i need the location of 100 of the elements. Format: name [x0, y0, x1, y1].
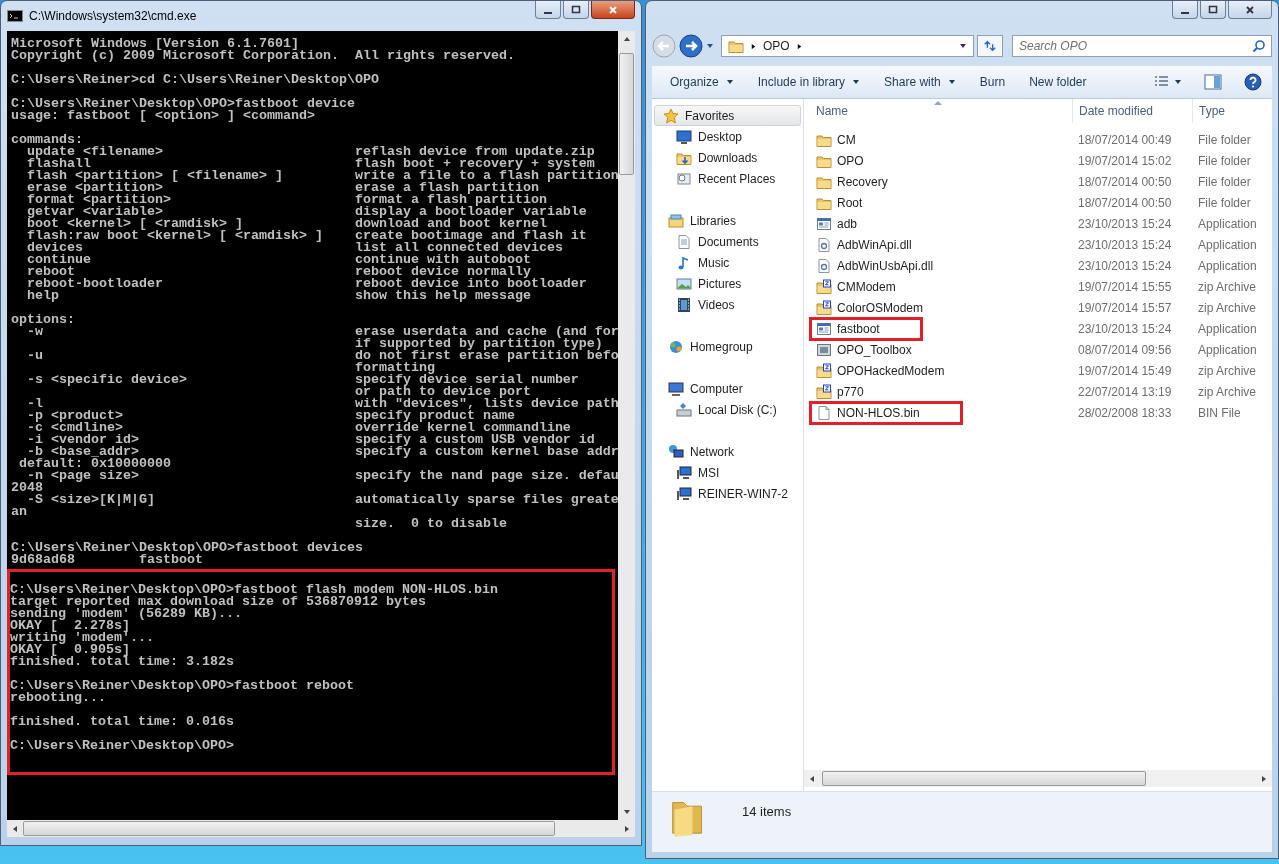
minimize-button[interactable] — [1172, 1, 1198, 19]
caret-icon[interactable] — [706, 42, 714, 50]
nav-item[interactable]: Local Disk (C:) — [652, 399, 803, 420]
preview-pane-icon[interactable] — [1204, 73, 1222, 91]
computer-icon — [668, 380, 684, 397]
document-icon — [676, 233, 692, 250]
close-icon — [608, 4, 618, 15]
program-window-icon — [816, 320, 832, 337]
console-description: display a bootloader variable — [354, 206, 588, 218]
console-description: list all connected devices — [354, 242, 564, 254]
console-text: OKAY [ 2.278s] — [10, 620, 130, 632]
file-name[interactable]: Root — [837, 195, 863, 210]
gear-document-icon — [816, 257, 832, 274]
console-description: erase userdata and cache (and for — [354, 326, 618, 338]
file-name[interactable]: NON-HLOS.bin — [837, 405, 920, 420]
file-name[interactable]: ColorOSModem — [837, 300, 924, 315]
toolbar-button[interactable]: Burn — [969, 72, 1016, 92]
nav-item[interactable]: Pictures — [652, 273, 803, 294]
toolbar-button[interactable]: Organize — [660, 72, 744, 92]
console-description: specify product name — [354, 410, 515, 422]
file-date: 18/07/2014 00:50 — [1077, 195, 1173, 210]
nav-item[interactable]: Libraries — [652, 210, 803, 231]
file-name[interactable]: AdbWinApi.dll — [837, 237, 912, 252]
console-description: formatting — [354, 362, 435, 374]
nav-item[interactable]: Desktop — [652, 126, 803, 147]
nav-item[interactable]: Recent Places — [652, 168, 803, 189]
file-type: Application — [1197, 342, 1258, 357]
nav-item[interactable]: Music — [652, 252, 803, 273]
console-text: flash:raw boot <kernel> [ <ramdisk> ] — [26, 230, 324, 242]
file-type: Application — [1197, 321, 1258, 336]
file-name[interactable]: fastboot — [837, 321, 880, 336]
scroll-thumb[interactable] — [619, 53, 634, 175]
column-header[interactable]: Type — [1192, 99, 1272, 123]
caret-icon — [947, 78, 956, 86]
close-button[interactable] — [1228, 1, 1272, 19]
zip-folder-icon — [816, 362, 832, 379]
maximize-icon — [1208, 4, 1218, 15]
console-text: Copyright (c) 2009 Microsoft Corporation. All rights reserved. — [11, 50, 516, 62]
scroll-up-icon[interactable] — [622, 35, 631, 43]
scroll-left-icon[interactable] — [11, 824, 19, 833]
console-text: options: — [11, 314, 76, 326]
caret-icon[interactable] — [1174, 78, 1182, 86]
gear-document-icon — [816, 236, 832, 253]
file-name[interactable]: Recovery — [837, 174, 888, 189]
breadcrumb[interactable]: OPO — [763, 39, 790, 53]
file-name[interactable]: p770 — [837, 384, 864, 399]
nav-item[interactable]: Network — [652, 441, 803, 462]
file-name[interactable]: CM — [837, 132, 856, 147]
scroll-left-icon[interactable] — [808, 774, 816, 783]
nav-item[interactable]: Videos — [652, 294, 803, 315]
file-name[interactable]: OPO — [837, 153, 864, 168]
console-text: 9d68ad68 fastboot — [11, 554, 203, 566]
scroll-right-icon[interactable] — [623, 824, 631, 833]
column-header[interactable]: Date modified — [1072, 99, 1192, 123]
file-name[interactable]: CMModem — [837, 279, 896, 294]
file-type: zip Archive — [1197, 300, 1258, 315]
console-description: automatically sparse files greate — [354, 494, 618, 506]
scroll-down-icon[interactable] — [622, 808, 631, 816]
file-name[interactable]: adb — [837, 216, 858, 231]
caret-icon[interactable] — [959, 42, 967, 50]
scroll-right-icon[interactable] — [1260, 774, 1268, 783]
vertical-scrollbar[interactable] — [618, 31, 635, 820]
address-bar[interactable]: OPO — [721, 35, 974, 57]
nav-item[interactable]: REINER-WIN7-2 — [652, 483, 803, 504]
help-icon[interactable] — [1244, 73, 1262, 91]
console-text: help — [26, 290, 60, 302]
console-description: size. 0 to disable — [354, 518, 508, 530]
maximize-button[interactable] — [1200, 1, 1226, 19]
nav-item[interactable]: Computer — [652, 378, 803, 399]
horizontal-scrollbar[interactable] — [804, 770, 1272, 787]
nav-item[interactable]: MSI — [652, 462, 803, 483]
nav-item[interactable]: Downloads — [652, 147, 803, 168]
toolbar-button[interactable]: Share with — [874, 72, 966, 92]
refresh-button[interactable] — [977, 35, 1003, 57]
toolbar-button[interactable]: New folder — [1019, 72, 1097, 92]
file-name[interactable]: OPO_Toolbox — [837, 342, 912, 357]
drive-icon — [676, 401, 692, 418]
file-type: File folder — [1197, 153, 1252, 168]
computer-icon — [676, 485, 692, 502]
close-button[interactable] — [591, 1, 635, 19]
console-description: continue with autoboot — [354, 254, 532, 266]
search-field[interactable]: Search OPO — [1012, 35, 1272, 57]
nav-item[interactable]: Favorites — [654, 105, 801, 126]
console-text: -p <product> — [26, 410, 124, 422]
toolbar-button[interactable]: Include in library — [747, 72, 871, 92]
column-header[interactable]: Name — [804, 99, 1072, 123]
minimize-button[interactable] — [535, 1, 561, 19]
scroll-thumb[interactable] — [23, 821, 555, 836]
nav-item[interactable]: Documents — [652, 231, 803, 252]
console-description: specify the nand page size. defau — [354, 470, 618, 482]
console-text: -s <specific device> — [26, 374, 188, 386]
maximize-button[interactable] — [563, 1, 589, 19]
console-text: finished. total time: 0.016s — [10, 716, 235, 728]
console-text: continue — [26, 254, 92, 266]
scroll-thumb[interactable] — [822, 771, 1146, 786]
nav-item[interactable]: Homegroup — [652, 336, 803, 357]
console-text: format <partition> — [26, 194, 172, 206]
file-name[interactable]: AdbWinUsbApi.dll — [837, 258, 934, 273]
file-name[interactable]: OPOHackedModem — [837, 363, 945, 378]
horizontal-scrollbar[interactable] — [7, 820, 635, 837]
